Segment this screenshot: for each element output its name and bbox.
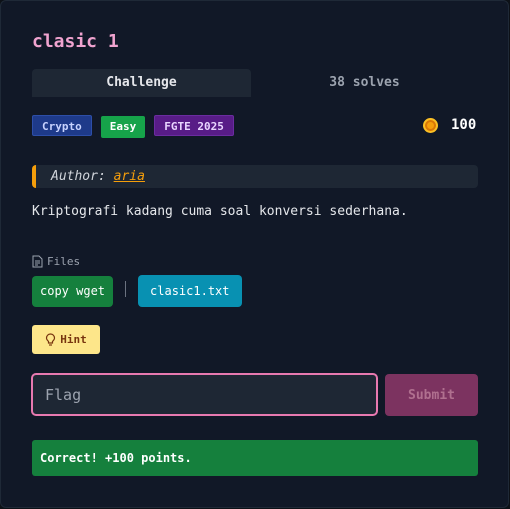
coin-icon (423, 117, 438, 133)
file-download-button[interactable]: clasic1.txt (138, 275, 242, 307)
challenge-description: Kriptografi kadang cuma soal konversi se… (32, 204, 408, 219)
hint-label: Hint (60, 333, 87, 346)
copy-wget-button[interactable]: copy wget (32, 275, 114, 307)
files-heading: Files (32, 255, 80, 268)
hint-button[interactable]: Hint (32, 325, 100, 354)
tab-solves[interactable]: 38 solves (251, 69, 478, 97)
tab-challenge[interactable]: Challenge (32, 69, 251, 97)
difficulty-badge: Easy (100, 116, 146, 138)
files-label: Files (47, 255, 81, 268)
challenge-tabs: Challenge 38 solves (32, 69, 478, 97)
file-actions: copy wget clasic1.txt (32, 275, 242, 307)
challenge-title: clasic 1 (32, 31, 119, 52)
result-message: Correct! +100 points. (32, 440, 478, 476)
category-badge: Crypto (32, 115, 92, 136)
event-badge: FGTE 2025 (154, 115, 234, 136)
author-label: Author: (51, 169, 106, 184)
flag-input[interactable] (31, 373, 378, 416)
lightbulb-icon (46, 333, 56, 346)
author-link[interactable]: aria (114, 169, 145, 184)
points-display: 100 (423, 117, 476, 133)
author-box: Author: aria (32, 165, 478, 188)
file-icon (32, 255, 43, 268)
points-value: 100 (451, 117, 477, 133)
divider (125, 281, 127, 297)
submit-button[interactable]: Submit (385, 374, 478, 416)
challenge-modal: clasic 1 Challenge 38 solves Crypto Easy… (0, 0, 509, 508)
tag-list: Crypto Easy FGTE 2025 (32, 115, 234, 138)
